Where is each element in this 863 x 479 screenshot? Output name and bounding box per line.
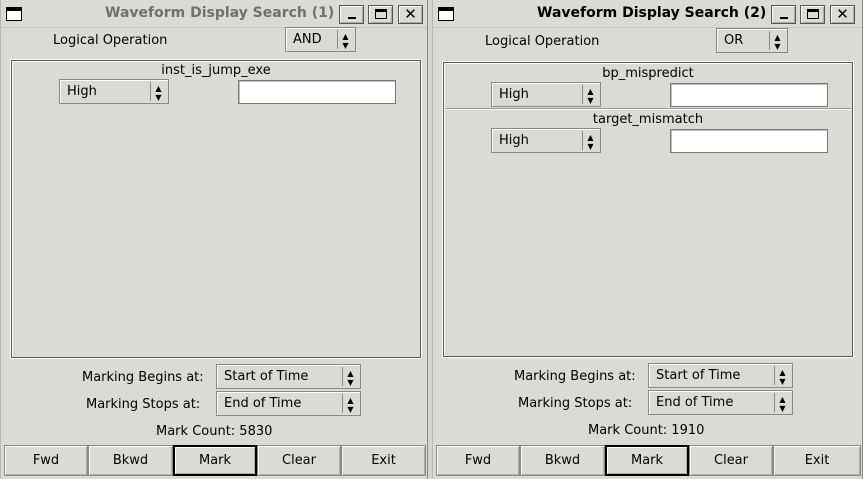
marking-begins-select[interactable]: Start of Time ▲ ▼: [648, 363, 793, 388]
spinner-arrows-icon: ▲ ▼: [582, 131, 598, 151]
condition-signal-name: bp_mispredict: [602, 66, 694, 81]
close-button[interactable]: ✕: [398, 5, 423, 24]
condition-signal-name: inst_is_jump_exe: [161, 63, 271, 78]
window-menu-icon[interactable]: [438, 7, 454, 21]
marking-begins-label: Marking Begins at:: [82, 370, 204, 385]
marking-begins-select[interactable]: Start of Time ▲ ▼: [216, 364, 361, 389]
mark-count: Mark Count: 1910: [588, 423, 705, 438]
marking-stops-value: End of Time: [656, 395, 734, 410]
logical-operation-select[interactable]: AND ▲ ▼: [285, 27, 356, 52]
logical-operation-select[interactable]: OR ▲ ▼: [716, 28, 788, 53]
conditions-panel: inst_is_jump_exe High ▲ ▼: [11, 60, 421, 358]
conditions-panel: bp_mispredict High ▲ ▼ target_mismatch Hi…: [443, 62, 853, 357]
window-title: Waveform Display Search (1): [105, 5, 335, 21]
close-button[interactable]: ✕: [830, 5, 855, 24]
bkwd-button[interactable]: Bkwd: [88, 445, 173, 476]
spinner-arrows-icon: ▲ ▼: [774, 393, 790, 413]
condition-signal-name: target_mismatch: [592, 112, 704, 127]
exit-button[interactable]: Exit: [773, 445, 861, 476]
marking-begins-value: Start of Time: [656, 368, 741, 383]
window-menu-icon[interactable]: [6, 7, 22, 21]
clear-button[interactable]: Clear: [257, 445, 341, 476]
title-bar[interactable]: Waveform Display Search (1) ✕: [1, 0, 427, 28]
condition-separator: [445, 108, 851, 110]
search-window-1: Waveform Display Search (1) ✕ Logical Op…: [0, 0, 428, 479]
maximize-icon: [807, 9, 819, 19]
logical-operation-value: AND: [293, 32, 322, 47]
marking-stops-value: End of Time: [224, 396, 302, 411]
spinner-arrows-icon: ▲ ▼: [342, 394, 358, 414]
maximize-button[interactable]: [800, 5, 825, 24]
logical-operation-value: OR: [724, 33, 744, 48]
condition-level-value: High: [499, 133, 529, 148]
marking-stops-label: Marking Stops at:: [518, 396, 633, 411]
minimize-button[interactable]: [339, 5, 364, 24]
maximize-icon: [375, 9, 387, 19]
close-icon: ✕: [404, 5, 417, 23]
exit-button[interactable]: Exit: [341, 445, 426, 476]
condition-level-select[interactable]: High ▲ ▼: [491, 128, 601, 153]
mark-count: Mark Count: 5830: [156, 424, 273, 439]
action-button-row: Fwd Bkwd Mark Clear Exit: [436, 445, 861, 476]
marking-stops-select[interactable]: End of Time ▲ ▼: [648, 390, 793, 415]
condition-level-value: High: [67, 84, 97, 99]
minimize-icon: [348, 17, 356, 19]
marking-begins-value: Start of Time: [224, 369, 309, 384]
clear-button[interactable]: Clear: [689, 445, 773, 476]
fwd-button[interactable]: Fwd: [4, 445, 88, 476]
condition-value-input[interactable]: [670, 129, 828, 153]
mark-button[interactable]: Mark: [173, 445, 257, 476]
search-window-2: Waveform Display Search (2) ✕ Logical Op…: [432, 0, 863, 479]
condition-level-select[interactable]: High ▲ ▼: [59, 79, 169, 104]
action-button-row: Fwd Bkwd Mark Clear Exit: [4, 445, 426, 476]
condition-level-value: High: [499, 87, 529, 102]
condition-value-input[interactable]: [670, 83, 828, 107]
condition-value-input[interactable]: [238, 80, 396, 104]
fwd-button[interactable]: Fwd: [436, 445, 520, 476]
mark-button[interactable]: Mark: [605, 445, 689, 476]
condition-level-select[interactable]: High ▲ ▼: [491, 82, 601, 107]
spinner-arrows-icon: ▲ ▼: [582, 85, 598, 105]
marking-stops-label: Marking Stops at:: [86, 397, 201, 412]
marking-stops-select[interactable]: End of Time ▲ ▼: [216, 391, 361, 416]
spinner-arrows-icon: ▲ ▼: [337, 30, 353, 50]
close-icon: ✕: [836, 5, 849, 23]
bkwd-button[interactable]: Bkwd: [520, 445, 605, 476]
logical-operation-label: Logical Operation: [485, 34, 600, 49]
title-bar[interactable]: Waveform Display Search (2) ✕: [433, 0, 862, 28]
minimize-button[interactable]: [771, 5, 796, 24]
spinner-arrows-icon: ▲ ▼: [150, 82, 166, 102]
marking-begins-label: Marking Begins at:: [514, 369, 636, 384]
spinner-arrows-icon: ▲ ▼: [774, 366, 790, 386]
logical-operation-label: Logical Operation: [53, 33, 168, 48]
spinner-arrows-icon: ▲ ▼: [342, 367, 358, 387]
spinner-arrows-icon: ▲ ▼: [769, 31, 785, 51]
minimize-icon: [780, 17, 788, 19]
window-title: Waveform Display Search (2): [537, 5, 767, 21]
maximize-button[interactable]: [368, 5, 393, 24]
